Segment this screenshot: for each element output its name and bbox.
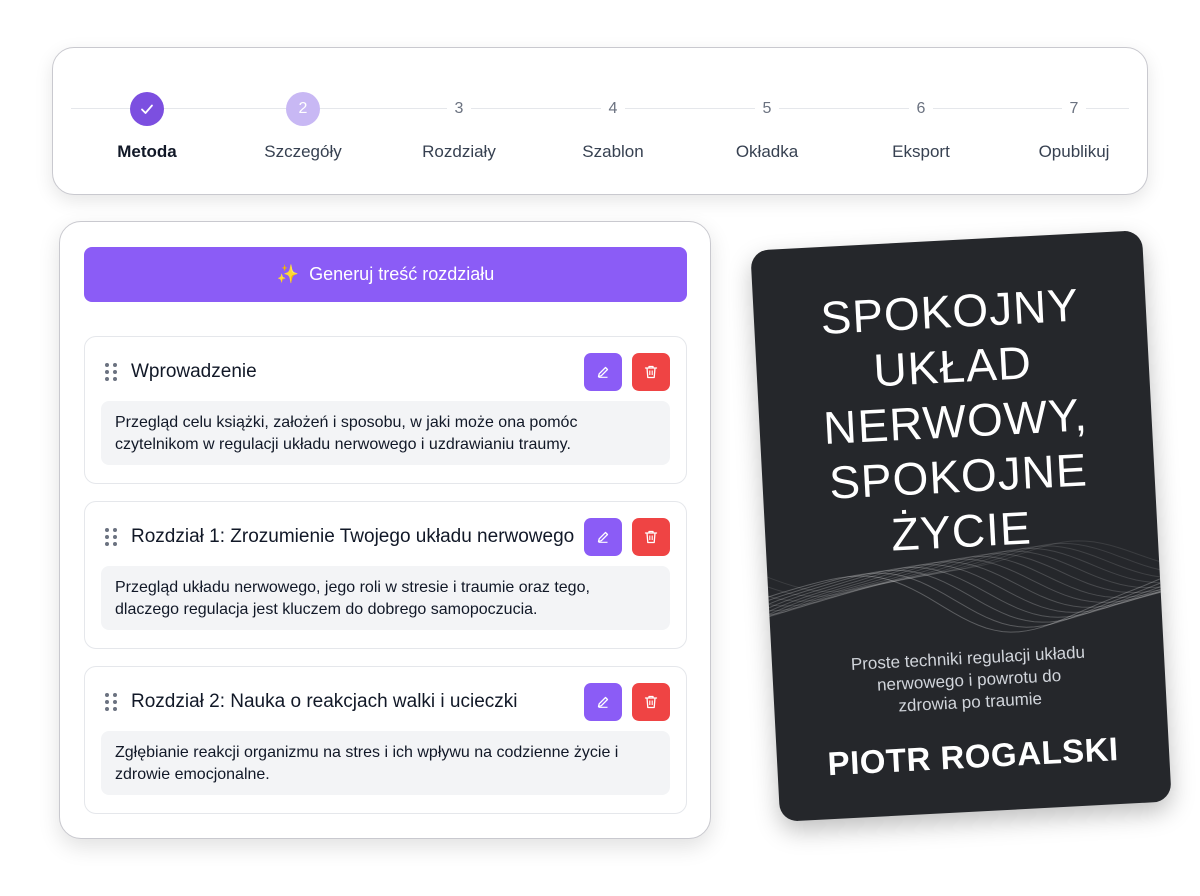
wave-line <box>768 545 1161 602</box>
chapter-description: Przegląd układu nerwowego, jego roli w s… <box>101 566 670 630</box>
step-metoda[interactable]: Metoda <box>77 92 217 162</box>
step-rozdzialy[interactable]: 3 Rozdziały <box>389 92 529 162</box>
edit-chapter-button[interactable] <box>584 353 622 391</box>
wave-line <box>768 575 1161 633</box>
chapters-panel: ✨ Generuj treść rozdziału Wprowadzenie P… <box>59 221 711 839</box>
drag-handle-icon[interactable] <box>105 693 117 711</box>
wizard-stepper: Metoda 2 Szczegóły 3 Rozdziały 4 Szablon… <box>52 47 1148 195</box>
step-number: 6 <box>908 92 934 126</box>
step-number: 2 <box>286 92 320 126</box>
step-label: Okładka <box>735 142 799 161</box>
generate-button-label: Generuj treść rozdziału <box>309 264 495 284</box>
step-label: Szablon <box>582 142 644 161</box>
pencil-icon <box>597 696 609 708</box>
step-label: Szczegóły <box>264 142 342 161</box>
chapter-card: Rozdział 1: Zrozumienie Twojego układu n… <box>84 501 687 649</box>
chapter-card: Rozdział 2: Nauka o reakcjach walki i uc… <box>84 666 687 814</box>
drag-handle-icon[interactable] <box>105 363 117 381</box>
chapter-title: Rozdział 2: Nauka o reakcjach walki i uc… <box>131 691 518 712</box>
trash-icon <box>644 365 658 379</box>
wave-line <box>767 540 1160 593</box>
chapter-title: Wprowadzenie <box>131 361 257 382</box>
delete-chapter-button[interactable] <box>632 353 670 391</box>
generate-chapter-button[interactable]: ✨ Generuj treść rozdziału <box>84 247 687 302</box>
trash-icon <box>644 695 658 709</box>
step-number: 4 <box>600 92 626 126</box>
cover-subtitle: Proste techniki regulacji układu nerwowe… <box>832 641 1107 721</box>
step-label: Metoda <box>117 142 177 161</box>
step-opublikuj[interactable]: 7 Opublikuj <box>1004 92 1144 162</box>
step-label: Eksport <box>892 142 950 161</box>
wave-lines-decoration <box>767 540 1161 633</box>
pencil-icon <box>597 366 609 378</box>
delete-chapter-button[interactable] <box>632 683 670 721</box>
step-okladka[interactable]: 5 Okładka <box>697 92 837 162</box>
step-eksport[interactable]: 6 Eksport <box>851 92 991 162</box>
step-label: Opublikuj <box>1038 142 1110 161</box>
step-number: 7 <box>1061 92 1087 126</box>
step-szablon[interactable]: 4 Szablon <box>543 92 683 162</box>
chapter-title: Rozdział 1: Zrozumienie Twojego układu n… <box>131 526 575 547</box>
step-number: 3 <box>446 92 472 126</box>
cover-author: PIOTR ROGALSKI <box>826 730 1120 783</box>
delete-chapter-button[interactable] <box>632 518 670 556</box>
step-szczegoly[interactable]: 2 Szczegóły <box>233 92 373 162</box>
chapter-card: Wprowadzenie Przegląd celu książki, zało… <box>84 336 687 484</box>
check-icon <box>130 92 164 126</box>
step-number: 5 <box>754 92 780 126</box>
edit-chapter-button[interactable] <box>584 683 622 721</box>
chapter-description: Przegląd celu książki, założeń i sposobu… <box>101 401 670 465</box>
sparkles-icon: ✨ <box>276 264 300 284</box>
trash-icon <box>644 530 658 544</box>
drag-handle-icon[interactable] <box>105 528 117 546</box>
wave-line <box>769 550 1161 612</box>
edit-chapter-button[interactable] <box>584 518 622 556</box>
chapter-description: Zgłębianie reakcji organizmu na stres i … <box>101 731 670 795</box>
step-label: Rozdziały <box>422 142 496 161</box>
pencil-icon <box>597 531 609 543</box>
book-cover-preview: SPOKOJNY UKŁAD NERWOWY, SPOKOJNE ŻYCIE P… <box>750 230 1172 822</box>
